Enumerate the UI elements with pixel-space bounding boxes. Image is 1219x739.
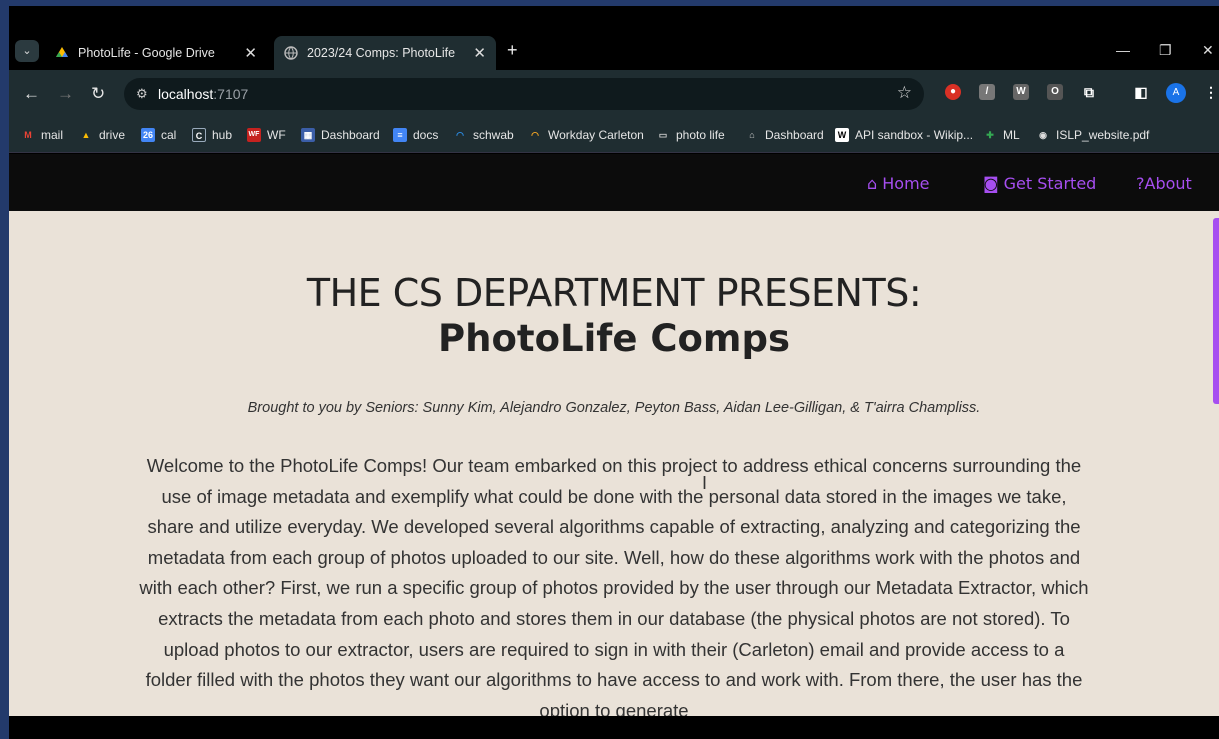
bookmark-star-icon[interactable]: ☆ (897, 83, 912, 103)
close-window-icon[interactable]: ✕ (1202, 42, 1214, 59)
camera-icon: ◙ (983, 174, 999, 193)
home-icon: ⌂ (749, 130, 755, 140)
nav-home-link[interactable]: ⌂ Home (867, 174, 930, 193)
google-drive-icon (55, 46, 69, 60)
address-url: localhost:7107 (158, 86, 249, 102)
desktop-background: ⌄ PhotoLife - Google Drive ✕ 2023/24 Com… (0, 0, 1219, 739)
bookmark-item[interactable]: ▭ photo life (656, 128, 725, 142)
page-headline: THE CS DEPARTMENT PRESENTS: (306, 271, 922, 315)
question-icon: ? (1136, 174, 1145, 193)
main-content: THE CS DEPARTMENT PRESENTS: PhotoLife Co… (9, 211, 1219, 721)
bookmark-item[interactable]: W API sandbox - Wikip... (835, 128, 973, 142)
close-tab-icon[interactable]: ✕ (244, 44, 257, 62)
bookmark-item[interactable]: ≡ docs (393, 128, 438, 142)
reload-icon[interactable]: ↻ (91, 84, 105, 104)
globe-icon: ◉ (1039, 130, 1047, 140)
tab-search-button[interactable]: ⌄ (15, 40, 39, 62)
workday-icon: ◠ (456, 130, 464, 140)
bookmark-item[interactable]: ▲ drive (79, 128, 125, 142)
home-icon: ⌂ (867, 174, 878, 193)
tab-photolife[interactable]: 2023/24 Comps: PhotoLife ✕ (274, 36, 496, 70)
side-panel-icon[interactable]: ◧ (1133, 84, 1149, 100)
bookmarks-bar: Mmail ▲ drive 26 cal Chub WF WF ▦ Dashboard … (9, 118, 1219, 153)
browser-window: ⌄ PhotoLife - Google Drive ✕ 2023/24 Com… (9, 6, 1219, 739)
intro-paragraph: Welcome to the PhotoLife Comps! Our team… (139, 455, 1089, 721)
back-icon[interactable]: ← (23, 84, 40, 104)
c-icon: C (192, 128, 206, 142)
bookmark-item[interactable]: ✚ ML (983, 128, 1019, 142)
avatar[interactable]: A (1166, 83, 1186, 103)
minimize-icon[interactable]: — (1116, 42, 1130, 58)
tab-google-drive[interactable]: PhotoLife - Google Drive ✕ (45, 36, 267, 70)
nav-get-started-link[interactable]: ◙ Get Started (983, 174, 1096, 193)
globe-icon (284, 46, 298, 60)
menu-icon[interactable]: ⋮ (1203, 84, 1219, 100)
extension-icon[interactable]: ● (945, 84, 961, 100)
window-bottom-edge (9, 716, 1219, 739)
tab-title: PhotoLife - Google Drive (78, 46, 215, 60)
text-cursor-icon: I (702, 473, 708, 493)
forward-icon[interactable]: → (57, 84, 74, 104)
google-drive-icon: ▲ (81, 130, 91, 140)
docs-icon: ≡ (393, 128, 407, 142)
bookmark-item[interactable]: ◉ ISLP_website.pdf (1036, 128, 1149, 142)
folder-icon: ▭ (658, 130, 668, 140)
address-bar[interactable]: ⚙ localhost:7107 ☆ (124, 78, 924, 110)
extension-o-icon[interactable]: O (1047, 84, 1063, 100)
extension-w-icon[interactable]: W (1013, 84, 1029, 100)
credits-text: Brought to you by Seniors: Sunny Kim, Al… (247, 400, 981, 416)
restore-icon[interactable]: ❐ (1159, 42, 1172, 59)
workday-icon: ◠ (531, 130, 539, 140)
scrollbar-thumb[interactable] (1213, 218, 1219, 404)
site-navbar: ⌂ Home ◙ Get Started ?About (9, 154, 1219, 211)
bookmark-item[interactable]: Mmail (21, 128, 63, 142)
nav-about-link[interactable]: ?About (1136, 174, 1192, 193)
bookmark-item[interactable]: WF WF (247, 128, 286, 142)
tab-strip: ⌄ PhotoLife - Google Drive ✕ 2023/24 Com… (9, 6, 1219, 70)
wf-icon: WF (247, 128, 261, 142)
browser-toolbar: ← → ↻ ⚙ localhost:7107 ☆ ● / W O ⧉ ◧ A ⋮ (9, 70, 1219, 118)
bookmark-item[interactable]: ◠ schwab (453, 128, 514, 142)
bookmark-item[interactable]: ▦ Dashboard (301, 128, 380, 142)
extension-icon[interactable]: / (979, 84, 995, 100)
close-tab-icon[interactable]: ✕ (473, 44, 486, 62)
bookmark-item[interactable]: ⌂ Dashboard (745, 128, 823, 142)
bookmark-item[interactable]: 26 cal (141, 128, 176, 142)
gmail-icon: M (24, 130, 32, 140)
puzzle-icon[interactable]: ⧉ (1081, 84, 1097, 100)
bookmark-item[interactable]: Chub (192, 128, 232, 142)
site-info-icon[interactable]: ⚙ (136, 86, 148, 102)
dashboard-icon: ▦ (301, 128, 315, 142)
page-title: PhotoLife Comps (438, 317, 790, 360)
tab-title: 2023/24 Comps: PhotoLife (307, 46, 456, 60)
ml-icon: ✚ (986, 130, 994, 140)
new-tab-button[interactable]: + (507, 40, 518, 61)
wikipedia-icon: W (835, 128, 849, 142)
bookmark-item[interactable]: ◠ Workday Carleton (528, 128, 644, 142)
calendar-icon: 26 (141, 128, 155, 142)
